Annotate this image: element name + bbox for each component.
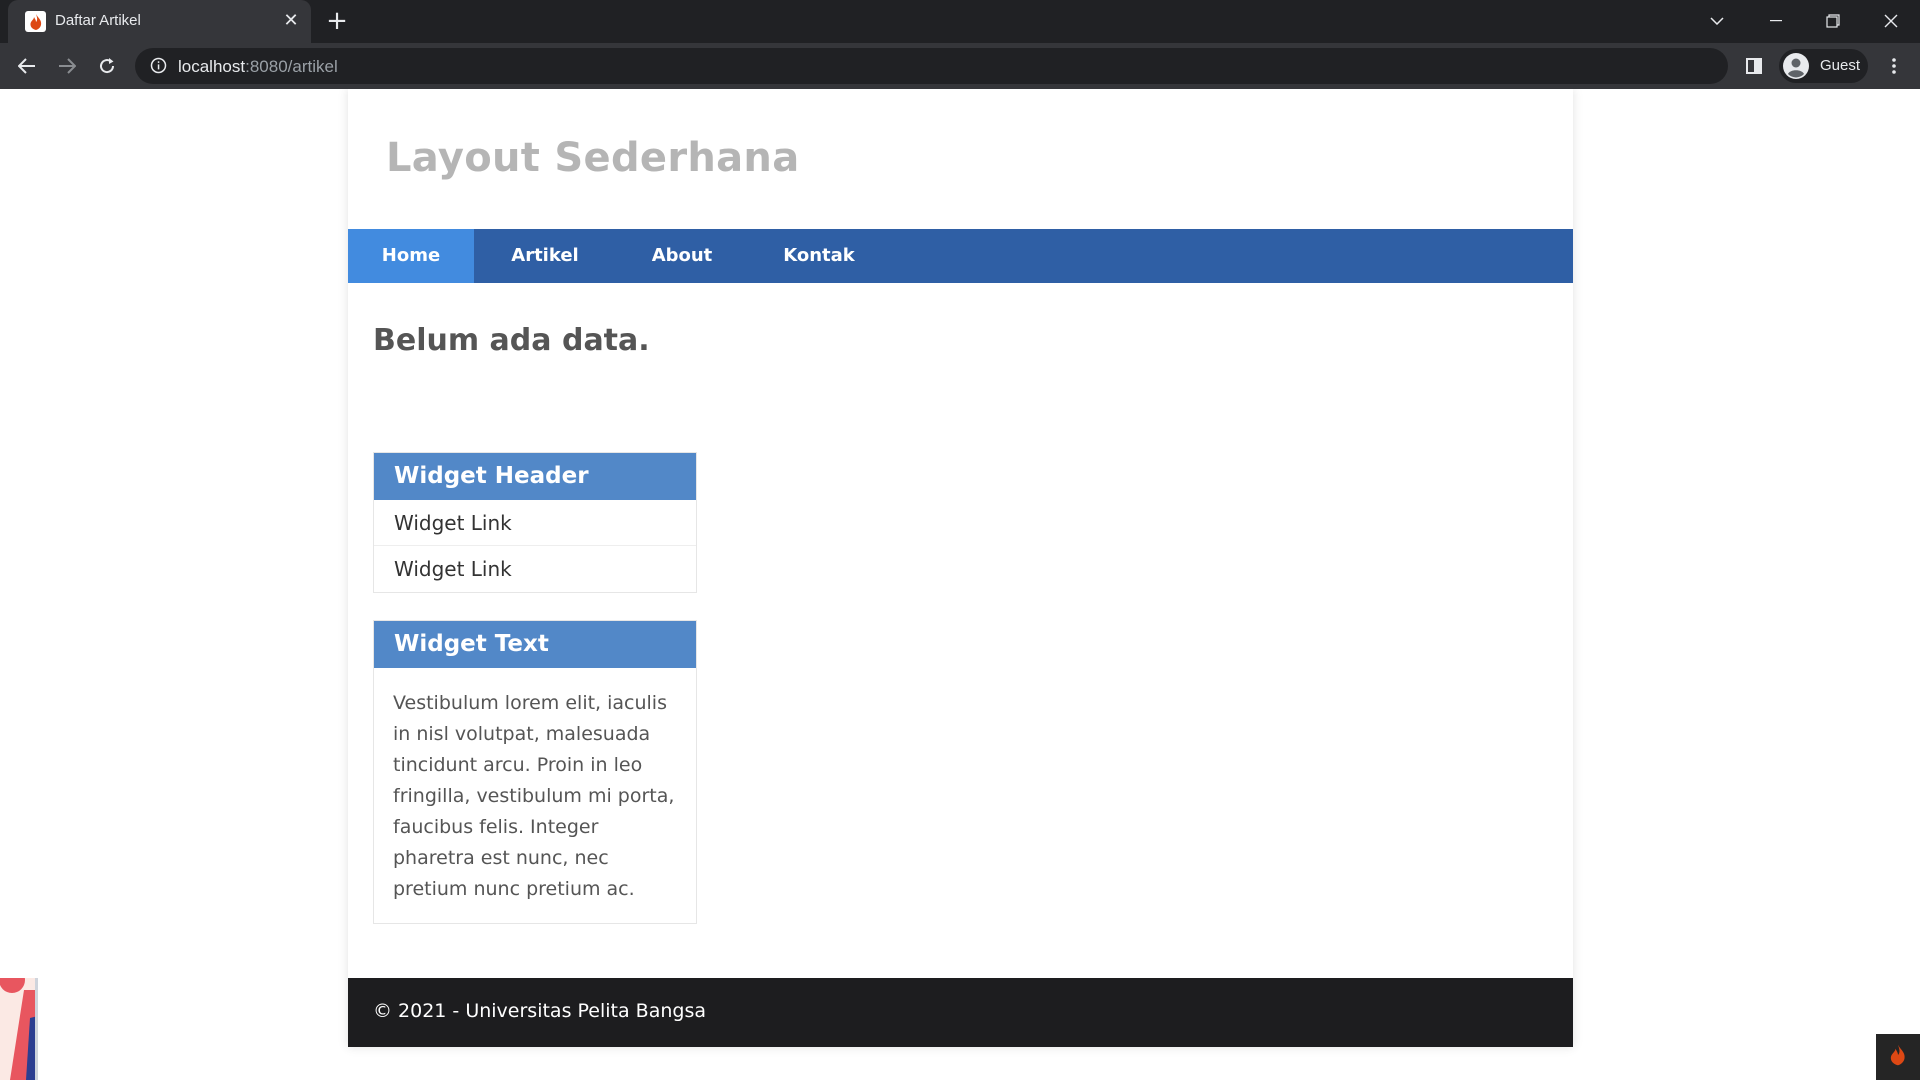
nav-item-home[interactable]: Home [348,229,474,283]
arrow-left-icon[interactable] [11,50,43,82]
decorative-image [0,978,38,1080]
kebab-menu-icon[interactable] [1878,50,1910,82]
browser-tab[interactable]: Daftar Artikel ✕ [8,0,311,43]
page-footer: © 2021 - Universitas Pelita Bangsa [348,978,1573,1047]
arrow-right-icon[interactable] [51,50,83,82]
widget-links-list: Widget Link Widget Link [374,500,696,592]
main-navbar: Home Artikel About Kontak [348,229,1573,283]
url-path: :8080/artikel [245,57,338,76]
profile-icon [1783,53,1809,83]
url-host: localhost [178,57,246,76]
widget-link[interactable]: Widget Link [374,546,696,592]
widget-text-body: Vestibulum lorem elit, iaculis in nisl v… [393,692,675,900]
chevron-down-icon[interactable] [1694,5,1740,37]
address-bar[interactable]: localhost:8080/artikel [135,48,1728,84]
close-window-icon[interactable] [1868,5,1914,37]
nav-item-about[interactable]: About [616,229,748,283]
empty-state-message: Belum ada data. [373,323,650,358]
debug-toolbar-toggle[interactable] [1876,1034,1920,1080]
browser-toolbar: localhost:8080/artikel Guest [0,43,1920,89]
widget-link[interactable]: Widget Link [374,500,696,546]
nav-item-artikel[interactable]: Artikel [474,229,616,283]
page-container: Layout Sederhana Home Artikel About Kont… [348,89,1573,1047]
browser-tab-strip: Daftar Artikel ✕ + [0,0,1920,43]
minimize-icon[interactable] [1753,5,1799,37]
info-icon[interactable] [150,57,167,78]
links-widget: Widget Header Widget Link Widget Link [373,452,697,593]
widget-text-header: Widget Text [374,621,696,668]
plus-icon[interactable]: + [323,8,351,36]
widget-header: Widget Header [374,453,696,500]
reload-icon[interactable] [91,50,123,82]
profile-label: Guest [1820,57,1861,74]
address-url: localhost:8080/artikel [178,57,338,77]
codeigniter-flame-icon [25,11,46,32]
text-widget: Widget Text Vestibulum lorem elit, iacul… [373,620,697,924]
profile-button[interactable]: Guest [1779,49,1868,83]
close-icon[interactable]: ✕ [280,10,302,32]
restore-icon[interactable] [1810,5,1856,37]
tab-title: Daftar Artikel [55,12,141,29]
nav-item-kontak[interactable]: Kontak [748,229,890,283]
footer-copyright: © 2021 - Universitas Pelita Bangsa [373,1000,706,1022]
side-panel-icon[interactable] [1738,50,1770,82]
page-viewport: Layout Sederhana Home Artikel About Kont… [0,89,1920,1080]
codeigniter-flame-icon [1889,1044,1907,1070]
site-title: Layout Sederhana [386,135,800,181]
